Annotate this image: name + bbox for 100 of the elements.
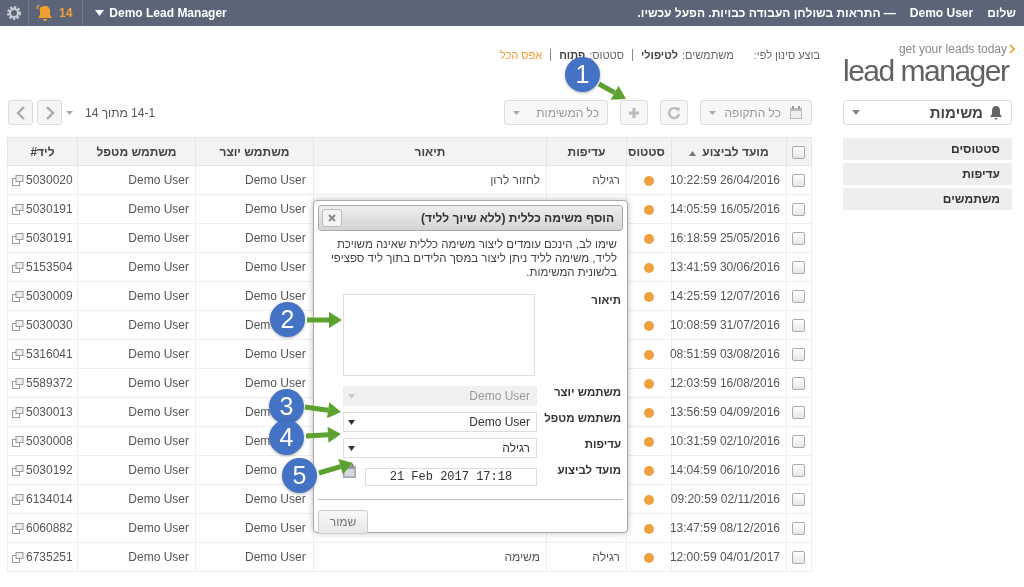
status-dot (644, 407, 654, 418)
table-cell: Demo User (245, 492, 306, 506)
notification-notice[interactable]: — התראות בשולחן העבודה כבויות. הפעל עכשיו. (637, 6, 896, 20)
table-cell: 31/07/2016 10:08:59 (671, 310, 787, 340)
external-link-icon[interactable] (12, 319, 24, 331)
sidebar-item[interactable]: סטטוסים (843, 138, 1012, 160)
field-label: משתמש יוצר (553, 386, 622, 400)
description-field[interactable] (343, 294, 535, 376)
table-cell: 26/04/2016 10:22:59 (671, 165, 787, 195)
column-header[interactable]: משתמש יוצר (195, 137, 314, 166)
table-cell: Demo User (77, 194, 196, 224)
row-checkbox[interactable] (792, 290, 805, 304)
column-header[interactable]: תיאור (313, 137, 547, 166)
table-cell: 08/12/2016 13:47:59 (671, 513, 787, 543)
row-checkbox[interactable] (792, 377, 805, 391)
external-link-icon[interactable] (12, 551, 24, 563)
column-header[interactable]: משתמש מטפל (77, 137, 196, 166)
table-cell: Demo (245, 463, 277, 477)
dialog-title: הוסף משימה כללית (ללא שיוך לליד) (419, 211, 614, 225)
filter-value: לטיפולי (640, 49, 679, 61)
column-header[interactable]: סטטוס (626, 137, 672, 166)
refresh-button[interactable] (660, 100, 688, 125)
row-checkbox[interactable] (792, 203, 805, 217)
status-dot (644, 523, 654, 534)
user-name: Demo User (909, 6, 974, 20)
table-cell: 02/10/2016 10:31:59 (671, 426, 787, 456)
external-link-icon[interactable] (12, 290, 24, 302)
step-number-badge: 3 (269, 389, 304, 424)
table-cell: Demo User (77, 484, 196, 514)
chevron-icon (1009, 44, 1015, 54)
caret-icon (513, 110, 520, 115)
row-checkbox[interactable] (792, 319, 805, 333)
row-checkbox[interactable] (792, 232, 805, 246)
status-dot (644, 349, 654, 360)
pager-count: 14-1 מתוך 14 (85, 105, 156, 120)
external-link-icon[interactable] (12, 348, 24, 360)
select-field[interactable]: Demo User (343, 412, 537, 432)
row-checkbox[interactable] (792, 464, 805, 478)
external-link-icon[interactable] (12, 377, 24, 389)
logo-name: lead manager (843, 56, 1009, 86)
field-label: מועד לביצוע (556, 464, 622, 478)
row-checkbox[interactable] (792, 348, 805, 362)
caret-icon (348, 393, 355, 399)
row-checkbox[interactable] (792, 174, 805, 188)
row-checkbox[interactable] (792, 435, 805, 449)
row-checkbox[interactable] (792, 522, 805, 536)
caret-icon[interactable] (66, 110, 73, 115)
row-checkbox[interactable] (792, 261, 805, 275)
external-link-icon[interactable] (12, 464, 24, 476)
greeting-text: שלום (987, 6, 1016, 20)
status-dot (644, 436, 654, 447)
add-button[interactable] (620, 100, 648, 125)
field-label: עדיפות (583, 438, 622, 452)
status-dot (644, 552, 654, 563)
external-link-icon[interactable] (12, 261, 24, 273)
external-link-icon[interactable] (12, 203, 24, 215)
table-cell: Demo User (77, 339, 196, 369)
table-cell: 04/01/2017 12:00:59 (671, 542, 787, 572)
save-button[interactable]: שמור (318, 510, 368, 534)
caret-icon (348, 445, 355, 451)
app-menu[interactable]: Demo Lead Manager (89, 6, 233, 20)
settings-icon[interactable] (6, 5, 22, 21)
status-dot (644, 175, 654, 186)
close-icon (328, 214, 336, 222)
previous-page-button[interactable] (8, 100, 33, 125)
table-cell: Demo User (77, 252, 196, 282)
field-label: משתמש מטפל (543, 412, 622, 426)
row-checkbox[interactable] (792, 551, 805, 565)
table-cell: Dem (245, 434, 271, 448)
sidebar-item[interactable]: עדיפות (843, 163, 1012, 185)
column-header[interactable]: עדיפות (546, 137, 627, 166)
chevron-right-icon (44, 105, 55, 120)
select-field[interactable]: רגילה (343, 438, 537, 458)
table-cell: Demo User (77, 281, 196, 311)
table-cell: Demo User (245, 173, 306, 187)
row-checkbox[interactable] (792, 493, 805, 507)
external-link-icon[interactable] (12, 522, 24, 534)
external-link-icon[interactable] (12, 232, 24, 244)
external-link-icon[interactable] (12, 435, 24, 447)
bell-icon[interactable] (35, 4, 55, 22)
table-cell: Dem (245, 318, 271, 332)
status-dot (644, 291, 654, 302)
select-all-checkbox[interactable] (792, 145, 805, 159)
row-checkbox[interactable] (792, 406, 805, 420)
caret-icon (852, 110, 860, 115)
column-header[interactable]: ליד# (7, 137, 78, 166)
external-link-icon[interactable] (12, 493, 24, 505)
filter-intro: בוצע סינון לפי: (753, 49, 820, 61)
status-dot (644, 233, 654, 244)
external-link-icon[interactable] (12, 174, 24, 186)
step-number-badge: 2 (270, 302, 305, 337)
sidebar-item[interactable]: משתמשים (843, 188, 1012, 210)
next-page-button[interactable] (37, 100, 62, 125)
date-field[interactable]: 21 Feb 2017 17:18 (364, 468, 537, 486)
external-link-icon[interactable] (12, 406, 24, 418)
close-button[interactable] (322, 209, 342, 227)
caret-icon (348, 419, 355, 425)
column-header[interactable]: מועד לביצוע (671, 137, 787, 166)
step-number-badge: 4 (269, 420, 304, 455)
module-select[interactable]: משימות (843, 100, 1012, 125)
